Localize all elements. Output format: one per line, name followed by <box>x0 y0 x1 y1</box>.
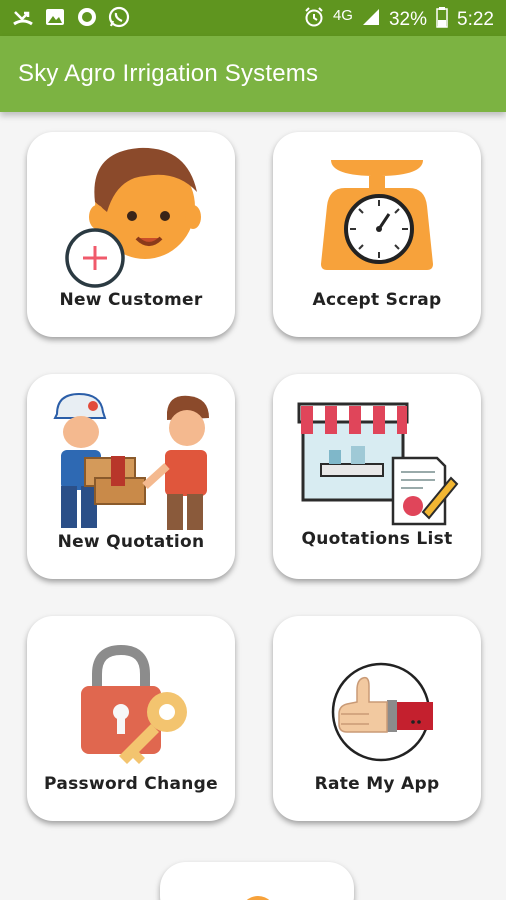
network-type: 4G <box>332 6 353 24</box>
whatsapp-icon <box>108 6 130 28</box>
battery-percent: 32% <box>388 9 428 30</box>
clock: 5:22 <box>457 9 494 30</box>
rate-my-app-label: Rate My App <box>314 774 440 794</box>
accept-scrap-label: Accept Scrap <box>312 290 442 310</box>
record-icon <box>76 6 98 28</box>
delivery-handover-icon <box>27 374 235 534</box>
app-bar: Sky Agro Irrigation Systems <box>0 36 506 112</box>
thumbs-up-icon <box>273 616 481 776</box>
lock-key-icon <box>27 616 235 776</box>
new-quotation-card[interactable]: New Quotation <box>27 374 235 579</box>
partial-card[interactable] <box>160 862 354 900</box>
password-change-card[interactable]: Password Change <box>27 616 235 821</box>
new-quotation-label: New Quotation <box>57 532 205 552</box>
status-bar: 4G 32% 5:22 <box>0 0 506 36</box>
rate-my-app-card[interactable]: Rate My App <box>273 616 481 821</box>
gallery-icon <box>44 6 66 28</box>
quotations-list-card[interactable]: Quotations List <box>273 374 481 579</box>
shop-document-icon <box>273 374 481 534</box>
battery-icon <box>435 6 449 34</box>
new-customer-label: New Customer <box>59 290 203 310</box>
missed-call-icon <box>12 6 34 28</box>
weighing-scale-icon <box>273 132 481 292</box>
partial-card-icon <box>240 896 276 900</box>
alarm-icon <box>303 6 325 34</box>
accept-scrap-card[interactable]: Accept Scrap <box>273 132 481 337</box>
app-title: Sky Agro Irrigation Systems <box>18 60 319 87</box>
password-change-label: Password Change <box>44 774 218 794</box>
signal-icon <box>361 7 381 33</box>
new-customer-icon <box>27 132 235 292</box>
quotations-list-label: Quotations List <box>301 529 453 549</box>
new-customer-card[interactable]: New Customer <box>27 132 235 337</box>
